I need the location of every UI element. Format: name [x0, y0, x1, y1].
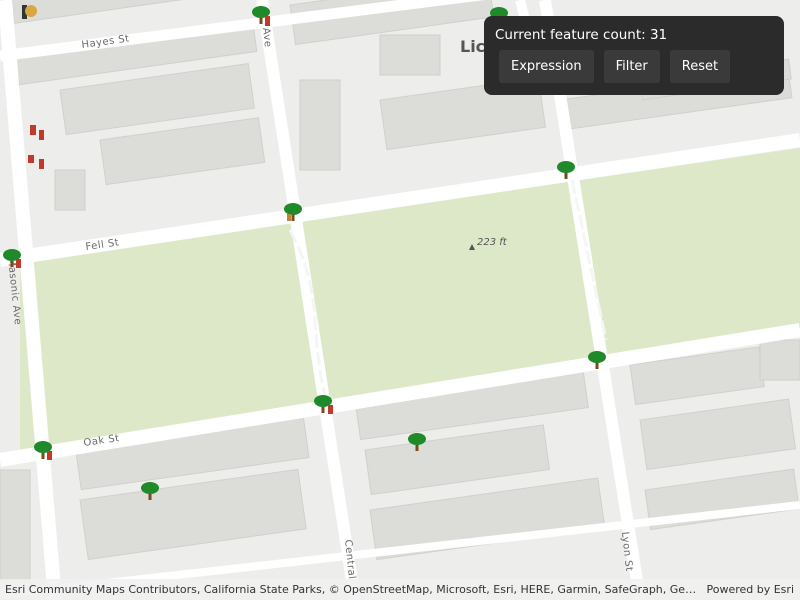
place-label: Lic [460, 37, 485, 56]
feature-count-text: Current feature count: 31 [495, 26, 774, 44]
filter-button[interactable]: Filter [603, 50, 660, 83]
attribution-text[interactable]: Esri Community Maps Contributors, Califo… [5, 583, 700, 596]
powered-by-esri[interactable]: Powered by Esri [706, 583, 794, 596]
reset-button[interactable]: Reset [669, 50, 731, 83]
street-label-ave-fragment: Ave [260, 27, 273, 48]
expression-button[interactable]: Expression [499, 50, 594, 83]
attribution-bar: Esri Community Maps Contributors, Califo… [0, 579, 800, 600]
feature-count-label: Current feature count: [495, 27, 646, 43]
feature-count-value: 31 [649, 27, 668, 43]
elevation-label: 223 ft [477, 237, 508, 248]
feature-count-panel: Current feature count: 31 Expression Fil… [484, 16, 784, 95]
panel-button-row: Expression Filter Reset [499, 50, 774, 83]
